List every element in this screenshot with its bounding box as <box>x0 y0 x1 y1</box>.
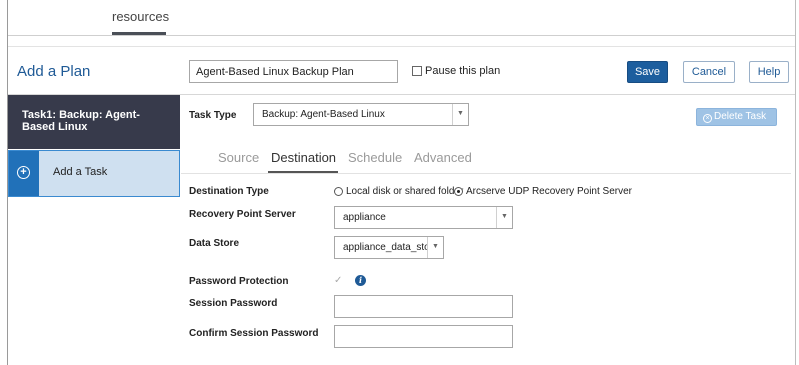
password-protection-checkbox[interactable]: ✓ <box>334 276 344 286</box>
page-title: Add a Plan <box>17 63 91 80</box>
tab-destination[interactable]: Destination <box>271 150 336 165</box>
save-button[interactable]: Save <box>627 61 668 83</box>
destination-type-label: Destination Type <box>189 186 269 197</box>
help-button[interactable]: Help <box>749 61 789 83</box>
task-type-value: Backup: Agent-Based Linux <box>262 109 385 120</box>
chevron-down-icon: ▼ <box>496 207 512 228</box>
add-task-icon-band: + <box>9 151 39 196</box>
task-label: Task1: Backup: Agent-Based Linux <box>22 109 140 133</box>
tab-source[interactable]: Source <box>218 150 259 165</box>
add-circle-icon: + <box>17 166 30 179</box>
chevron-down-icon: ▼ <box>427 237 443 258</box>
session-password-label: Session Password <box>189 298 278 309</box>
radio-local-disk-label: Local disk or shared folder <box>346 186 464 197</box>
pause-plan-checkbox[interactable] <box>412 66 422 76</box>
recovery-point-server-select[interactable]: appliance ▼ <box>334 206 513 229</box>
delete-task-label: Delete Task <box>714 111 767 122</box>
pause-plan-label: Pause this plan <box>425 65 501 77</box>
tab-schedule[interactable]: Schedule <box>348 150 402 165</box>
plan-name-input[interactable] <box>189 60 398 83</box>
radio-local-disk[interactable] <box>334 187 343 196</box>
nav-divider-secondary <box>8 46 795 47</box>
nav-divider <box>8 35 795 36</box>
page-right-border <box>795 0 796 365</box>
data-store-value: appliance_data_store <box>343 242 427 253</box>
chevron-down-icon: ▼ <box>452 104 468 125</box>
close-circle-icon: × <box>703 114 712 123</box>
delete-task-button[interactable]: × Delete Task <box>696 108 777 126</box>
confirm-session-password-label: Confirm Session Password <box>189 328 319 339</box>
data-store-label: Data Store <box>189 238 240 249</box>
radio-recovery-point-server-label: Arcserve UDP Recovery Point Server <box>466 186 632 197</box>
nav-tab-resources[interactable]: resources <box>112 9 169 24</box>
task-type-select[interactable]: Backup: Agent-Based Linux ▼ <box>253 103 469 126</box>
add-task-button[interactable]: + Add a Task <box>8 150 180 197</box>
task-list-item-selected[interactable]: Task1: Backup: Agent-Based Linux <box>8 95 180 149</box>
recovery-point-server-value: appliance <box>343 212 386 223</box>
tabs-divider <box>181 173 791 174</box>
info-icon[interactable]: i <box>355 275 366 286</box>
cancel-button[interactable]: Cancel <box>683 61 735 83</box>
add-task-label: Add a Task <box>53 166 108 178</box>
data-store-select[interactable]: appliance_data_store ▼ <box>334 236 444 259</box>
confirm-session-password-input[interactable] <box>334 325 513 348</box>
radio-recovery-point-server[interactable] <box>454 187 463 196</box>
session-password-input[interactable] <box>334 295 513 318</box>
recovery-point-server-label: Recovery Point Server <box>189 209 296 220</box>
tab-advanced[interactable]: Advanced <box>414 150 472 165</box>
task-type-label: Task Type <box>189 110 237 121</box>
password-protection-label: Password Protection <box>189 276 289 287</box>
